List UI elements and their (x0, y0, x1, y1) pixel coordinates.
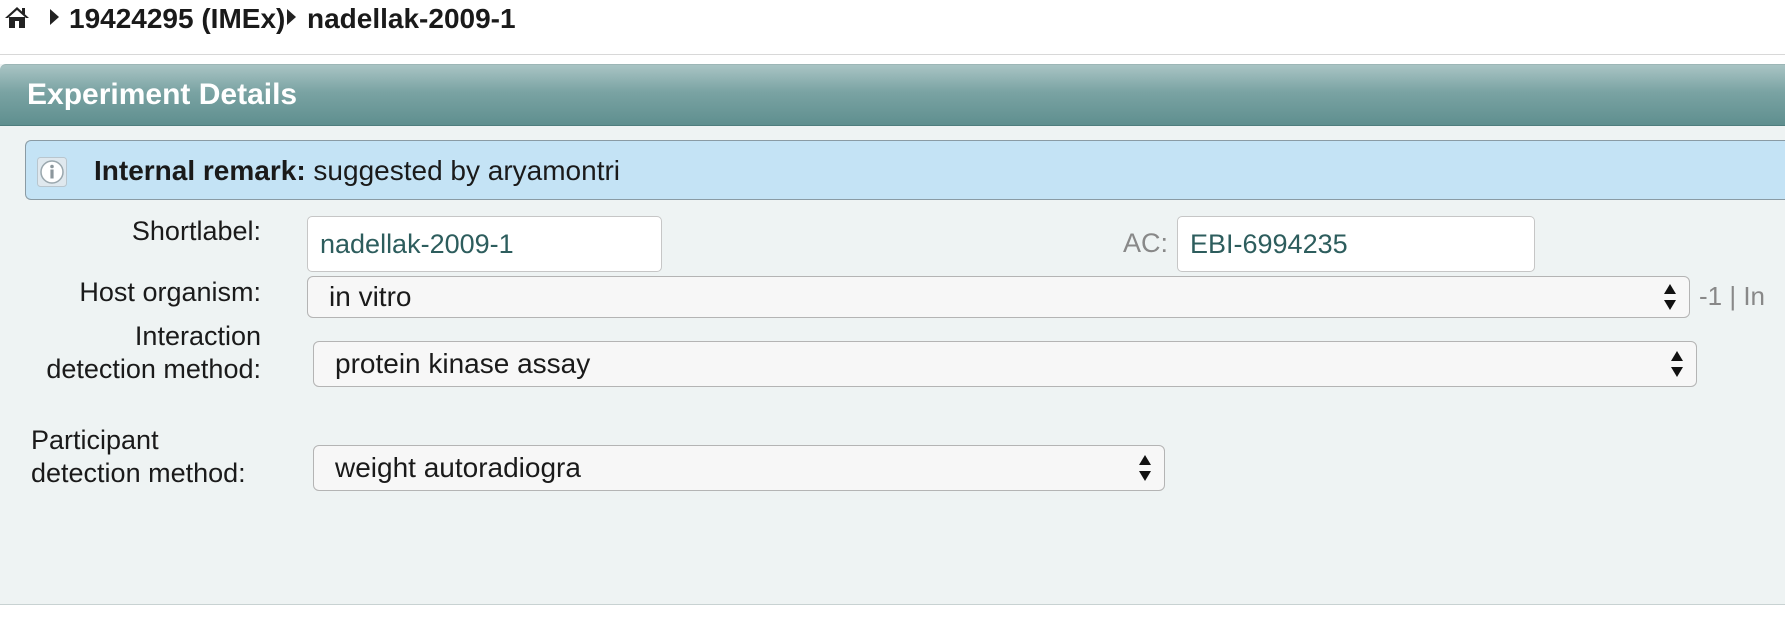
panel-header: Experiment Details (0, 64, 1785, 126)
remark-value: suggested by aryamontri (313, 155, 621, 186)
chevron-right-icon (50, 9, 59, 25)
host-organism-select[interactable]: in vitro (307, 276, 1690, 318)
interaction-detection-label-line1: Interaction (134, 321, 261, 351)
remark-text: Internal remark: suggested by aryamontri (94, 154, 620, 188)
host-organism-label: Host organism: (79, 277, 261, 307)
breadcrumb-item-experiment[interactable]: nadellak-2009-1 (307, 2, 516, 36)
host-organism-value: in vitro (329, 281, 412, 312)
remark-label: Internal remark: (94, 155, 306, 186)
interaction-detection-select[interactable]: protein kinase assay (313, 341, 1697, 387)
shortlabel-label: Shortlabel: (131, 216, 261, 246)
select-arrows-icon (1663, 282, 1677, 312)
home-icon[interactable] (4, 5, 30, 31)
select-arrows-icon (1670, 349, 1684, 379)
participant-detection-label: Participant detection method: (31, 424, 246, 490)
host-organism-extra: -1 | In (1699, 281, 1766, 311)
ac-input[interactable] (1177, 216, 1535, 272)
experiment-details-panel: Experiment Details Internal remark: sugg… (0, 64, 1785, 605)
chevron-right-icon (287, 9, 296, 25)
info-icon (37, 157, 67, 187)
select-arrows-icon (1138, 453, 1152, 483)
participant-detection-label-line1: Participant (31, 425, 159, 455)
interaction-detection-label: Interaction detection method: (46, 320, 261, 386)
interaction-detection-value: protein kinase assay (335, 348, 591, 379)
participant-detection-select[interactable]: weight autoradiogra (313, 445, 1165, 491)
internal-remark-box: Internal remark: suggested by aryamontri (25, 140, 1785, 200)
interaction-detection-label-line2: detection method: (46, 354, 261, 384)
participant-detection-value: weight autoradiogra (335, 452, 581, 483)
panel-title: Experiment Details (27, 78, 298, 111)
ac-label: AC: (1122, 228, 1168, 258)
breadcrumb-item-imex[interactable]: 19424295 (IMEx) (69, 2, 285, 36)
shortlabel-input[interactable] (307, 216, 662, 272)
breadcrumb: 19424295 (IMEx) nadellak-2009-1 (0, 0, 1785, 55)
participant-detection-label-line2: detection method: (31, 458, 246, 488)
